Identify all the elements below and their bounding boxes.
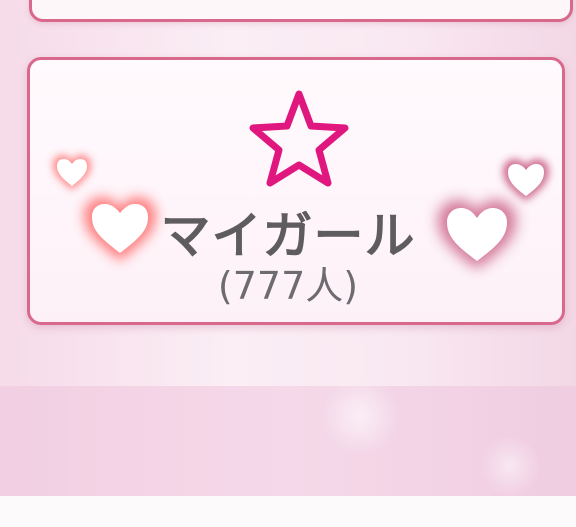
favorites-panel: マイガール (777人): [0, 0, 576, 386]
decorative-background: [0, 386, 576, 498]
previous-menu-card[interactable]: [29, 0, 573, 22]
star-icon: [244, 88, 354, 192]
heart-icon: [50, 152, 94, 194]
bottom-bar: [0, 496, 576, 527]
member-count: (777人): [217, 264, 359, 308]
